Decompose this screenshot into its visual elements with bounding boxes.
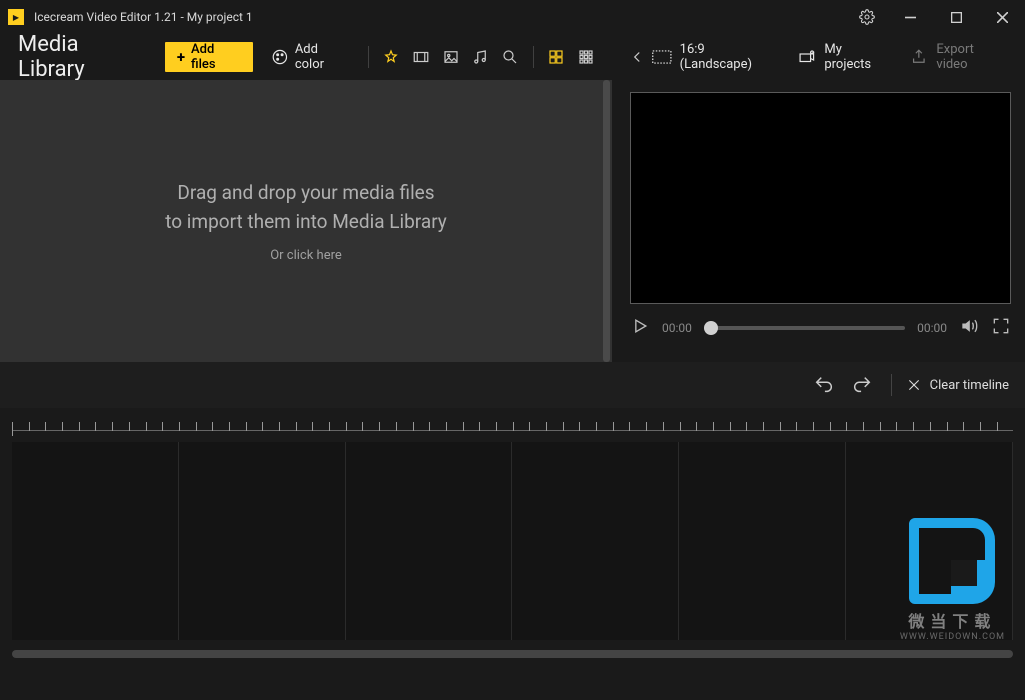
video-icon — [412, 48, 430, 66]
close-button[interactable] — [979, 0, 1025, 34]
image-icon — [442, 48, 460, 66]
media-library-title: Media Library — [0, 32, 165, 82]
filter-image-button[interactable] — [436, 42, 466, 72]
grid-small-icon — [577, 48, 595, 66]
collapse-panel-button[interactable] — [622, 42, 652, 72]
music-icon — [471, 48, 489, 66]
media-library-dropzone[interactable]: Drag and drop your media files to import… — [0, 80, 612, 362]
plus-icon: + — [177, 50, 185, 65]
redo-icon — [851, 374, 873, 396]
filter-all-button[interactable] — [377, 42, 407, 72]
clear-timeline-label: Clear timeline — [930, 378, 1009, 393]
track-cell[interactable] — [179, 442, 346, 640]
main-toolbar: Media Library + Add files Add color 16:9… — [0, 34, 1025, 80]
minimize-button[interactable] — [887, 0, 933, 34]
titlebar: Icecream Video Editor 1.21 - My project … — [0, 0, 1025, 34]
projects-icon — [797, 48, 817, 66]
track-cell[interactable] — [12, 442, 179, 640]
search-button[interactable] — [495, 42, 525, 72]
seek-slider[interactable] — [704, 326, 905, 330]
maximize-icon — [951, 12, 962, 23]
minimize-icon — [905, 12, 916, 23]
drop-hint-line1: Drag and drop your media files — [177, 179, 434, 208]
fullscreen-button[interactable] — [991, 316, 1011, 340]
timeline-ruler[interactable] — [12, 418, 1013, 438]
timeline: 微当下载 WWW.WEIDOWN.COM — [0, 408, 1025, 670]
media-scrollbar[interactable] — [600, 80, 610, 362]
separator — [891, 374, 892, 396]
undo-button[interactable] — [809, 370, 839, 400]
track-cell[interactable] — [512, 442, 679, 640]
track-cell[interactable] — [846, 442, 1013, 640]
export-icon — [909, 48, 929, 66]
timeline-tracks[interactable] — [12, 442, 1013, 640]
export-label: Export video — [936, 42, 1007, 72]
grid-large-icon — [547, 48, 565, 66]
star-icon — [382, 48, 400, 66]
aspect-icon — [652, 48, 672, 66]
play-icon — [630, 316, 650, 336]
chevron-left-icon — [628, 48, 646, 66]
search-icon — [501, 48, 519, 66]
preview-pane: 00:00 00:00 — [612, 80, 1025, 362]
undo-icon — [813, 374, 835, 396]
close-icon — [997, 12, 1008, 23]
track-cell[interactable] — [346, 442, 513, 640]
palette-icon — [271, 48, 289, 66]
drop-hint-sub: Or click here — [270, 248, 342, 263]
separator — [533, 46, 534, 68]
drop-hint-line2: to import them into Media Library — [165, 208, 447, 237]
volume-button[interactable] — [959, 316, 979, 340]
add-files-button[interactable]: + Add files — [165, 42, 253, 72]
seek-thumb[interactable] — [704, 321, 718, 335]
app-logo-icon — [8, 9, 24, 25]
time-total: 00:00 — [917, 321, 947, 335]
aspect-label: 16:9 (Landscape) — [680, 42, 779, 72]
volume-icon — [959, 316, 979, 336]
grid-large-button[interactable] — [542, 42, 572, 72]
filter-audio-button[interactable] — [465, 42, 495, 72]
window-title: Icecream Video Editor 1.21 - My project … — [34, 10, 253, 24]
add-color-label: Add color — [295, 42, 350, 72]
aspect-ratio-button[interactable]: 16:9 (Landscape) — [652, 42, 779, 72]
filter-video-button[interactable] — [406, 42, 436, 72]
track-cell[interactable] — [679, 442, 846, 640]
my-projects-label: My projects — [824, 42, 890, 72]
add-files-label: Add files — [191, 42, 241, 72]
clear-timeline-button[interactable]: Clear timeline — [906, 377, 1009, 393]
video-preview[interactable] — [630, 92, 1011, 304]
time-current: 00:00 — [662, 321, 692, 335]
add-color-button[interactable]: Add color — [261, 42, 359, 72]
grid-small-button[interactable] — [571, 42, 601, 72]
play-button[interactable] — [630, 316, 650, 340]
export-video-button[interactable]: Export video — [909, 42, 1007, 72]
x-icon — [906, 377, 922, 393]
timeline-h-scrollbar[interactable] — [12, 650, 1013, 662]
settings-button[interactable] — [847, 0, 887, 34]
maximize-button[interactable] — [933, 0, 979, 34]
my-projects-button[interactable]: My projects — [797, 42, 891, 72]
separator — [368, 46, 369, 68]
fullscreen-icon — [991, 316, 1011, 336]
redo-button[interactable] — [847, 370, 877, 400]
timeline-actions-bar: Clear timeline — [0, 362, 1025, 408]
gear-icon — [859, 9, 875, 25]
